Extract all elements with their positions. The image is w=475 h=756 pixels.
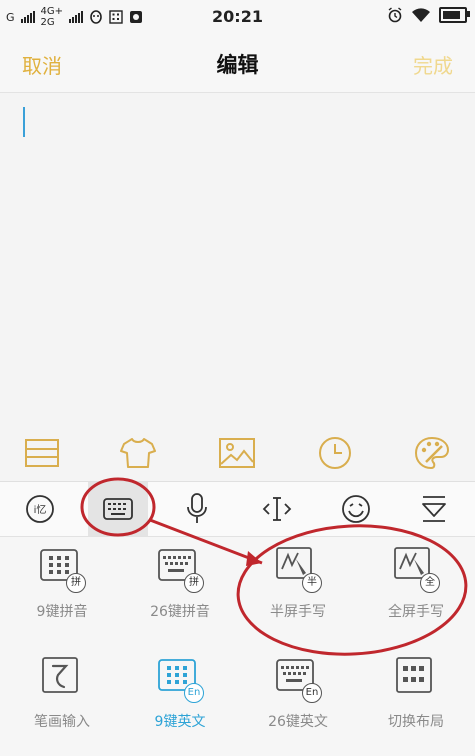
note-editor[interactable] bbox=[0, 93, 475, 425]
stroke-icon bbox=[40, 655, 84, 701]
cursor-move-icon[interactable] bbox=[247, 482, 307, 536]
mode-full-screen-handwriting[interactable]: 全 全屏手写 bbox=[357, 537, 475, 642]
mode-label: 全屏手写 bbox=[388, 604, 444, 620]
shirt-icon[interactable] bbox=[118, 433, 158, 473]
keyboard-icon[interactable] bbox=[88, 482, 148, 536]
status-bar: G 4G+ 2G 20:21 bbox=[0, 0, 475, 34]
nav-bar: 取消 编辑 完成 bbox=[0, 34, 475, 93]
list-icon[interactable] bbox=[22, 433, 62, 473]
english-badge: En bbox=[184, 683, 204, 703]
image-icon[interactable] bbox=[217, 433, 257, 473]
mode-label: 切换布局 bbox=[388, 714, 444, 730]
mode-half-screen-handwriting[interactable]: 半 半屏手写 bbox=[239, 537, 357, 642]
mode-stroke-input[interactable]: 笔画输入 bbox=[3, 647, 121, 752]
full-badge: 全 bbox=[420, 573, 440, 593]
handwriting-full-icon: 全 bbox=[394, 545, 440, 593]
input-mode-panel: 拼 9键拼音 拼 26键拼音 半 半屏手写 全 全屏手写 笔画输入 En 9键英… bbox=[0, 537, 475, 756]
keypad-9-en-icon: En bbox=[158, 655, 204, 703]
done-button[interactable]: 完成 bbox=[413, 50, 453, 79]
emoji-icon[interactable] bbox=[326, 482, 386, 536]
page-title: 编辑 bbox=[216, 53, 259, 77]
battery-level bbox=[443, 11, 460, 19]
mode-label: 半屏手写 bbox=[270, 604, 326, 620]
hide-keyboard-icon[interactable] bbox=[404, 482, 464, 536]
ime-toolbar: i忆 bbox=[0, 482, 475, 537]
keyboard-26-icon: 拼 bbox=[158, 545, 204, 593]
wifi-icon bbox=[412, 7, 430, 22]
clock-icon[interactable] bbox=[315, 433, 355, 473]
handwriting-half-icon: 半 bbox=[276, 545, 322, 593]
format-toolbar bbox=[0, 425, 475, 482]
mode-label: 笔画输入 bbox=[34, 714, 90, 730]
mode-9key-pinyin[interactable]: 拼 9键拼音 bbox=[3, 537, 121, 642]
text-caret bbox=[23, 107, 25, 137]
mode-9key-english[interactable]: En 9键英文 bbox=[121, 647, 239, 752]
svg-text:i忆: i忆 bbox=[34, 503, 47, 516]
pinyin-badge: 拼 bbox=[184, 573, 204, 593]
mode-label-selected: 9键英文 bbox=[154, 714, 206, 730]
mode-26key-english[interactable]: En 26键英文 bbox=[239, 647, 357, 752]
input-method-icon[interactable]: i忆 bbox=[10, 482, 70, 536]
microphone-icon[interactable] bbox=[167, 482, 227, 536]
battery-icon bbox=[439, 7, 470, 23]
english-badge: En bbox=[302, 683, 322, 703]
alarm-icon bbox=[388, 7, 402, 23]
mode-label: 9键拼音 bbox=[36, 604, 88, 620]
mode-label: 26键拼音 bbox=[150, 604, 210, 620]
mode-switch-layout[interactable]: 切换布局 bbox=[357, 647, 475, 752]
keyboard-26-en-icon: En bbox=[276, 655, 322, 703]
palette-icon[interactable] bbox=[412, 433, 452, 473]
cancel-button[interactable]: 取消 bbox=[22, 50, 62, 79]
layout-grid-icon bbox=[394, 655, 438, 701]
mode-label: 26键英文 bbox=[268, 714, 328, 730]
pinyin-badge: 拼 bbox=[66, 573, 86, 593]
mode-26key-pinyin[interactable]: 拼 26键拼音 bbox=[121, 537, 239, 642]
half-badge: 半 bbox=[302, 573, 322, 593]
status-right bbox=[387, 7, 470, 23]
keypad-9-icon: 拼 bbox=[40, 545, 86, 593]
